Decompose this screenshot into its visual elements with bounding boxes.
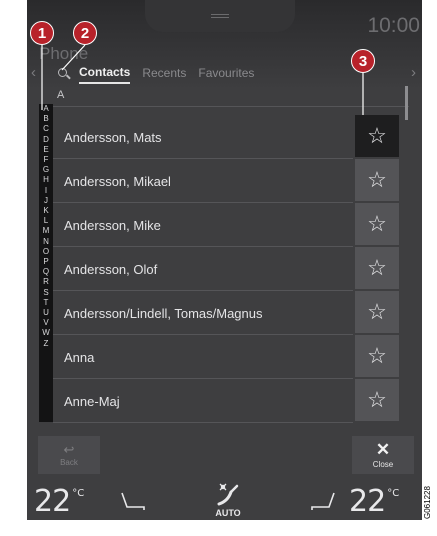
callout-2: 2 [73,21,97,45]
callout-1: 1 [30,21,54,45]
callout-leader-lines [41,44,364,115]
callout-3: 3 [351,49,375,73]
